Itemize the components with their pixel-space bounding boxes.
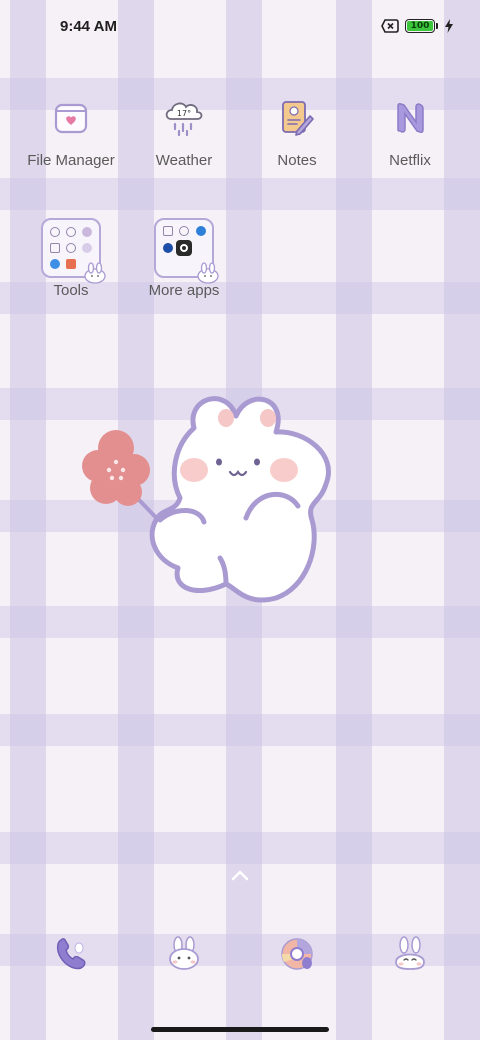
no-sim-icon xyxy=(381,19,399,33)
flower-icon xyxy=(82,430,150,506)
browser-icon xyxy=(281,938,313,970)
app-netflix[interactable]: Netflix xyxy=(355,88,465,169)
folder-tools[interactable]: Tools xyxy=(16,218,126,299)
dock-phone[interactable] xyxy=(53,936,89,972)
swipe-up-chevron-icon[interactable] xyxy=(230,868,250,882)
battery-level: 100 xyxy=(410,21,430,31)
dock-bunny-camera[interactable] xyxy=(392,936,428,972)
bunny-messages-icon xyxy=(169,936,199,970)
folder-heart-icon xyxy=(41,88,101,148)
app-label: Netflix xyxy=(389,152,431,169)
status-bar: 9:44 AM 100 xyxy=(0,0,480,56)
status-icons: 100 xyxy=(381,19,454,33)
dock-bunny-messages[interactable] xyxy=(166,936,202,972)
home-indicator[interactable] xyxy=(151,1027,329,1032)
bunny-camera-icon xyxy=(395,936,425,970)
more-apps-folder-icon xyxy=(154,218,219,284)
folder-label: More apps xyxy=(148,282,220,299)
app-notes[interactable]: Notes xyxy=(242,88,352,169)
bunny-flower-wallpaper-art xyxy=(82,396,331,603)
bunny-sticker-icon xyxy=(197,262,219,284)
netflix-n-icon xyxy=(380,88,440,148)
charging-bolt-icon xyxy=(445,19,453,33)
rain-cloud-icon: 17° xyxy=(154,88,214,148)
battery-icon: 100 xyxy=(405,19,438,33)
app-weather[interactable]: 17° Weather xyxy=(129,88,239,169)
weather-temp: 17° xyxy=(177,109,191,118)
folder-label: Tools xyxy=(53,282,89,299)
app-label: File Manager xyxy=(27,152,115,169)
bunny-sticker-icon xyxy=(84,262,106,284)
app-file-manager[interactable]: File Manager xyxy=(16,88,126,169)
dock-browser[interactable] xyxy=(279,936,315,972)
folder-more-apps[interactable]: More apps xyxy=(129,218,239,299)
app-label: Notes xyxy=(277,152,317,169)
app-label: Weather xyxy=(155,152,213,169)
phone-icon xyxy=(56,938,86,970)
tools-folder-icon xyxy=(41,218,106,284)
notepad-pencil-icon xyxy=(267,88,327,148)
status-time: 9:44 AM xyxy=(60,18,117,35)
